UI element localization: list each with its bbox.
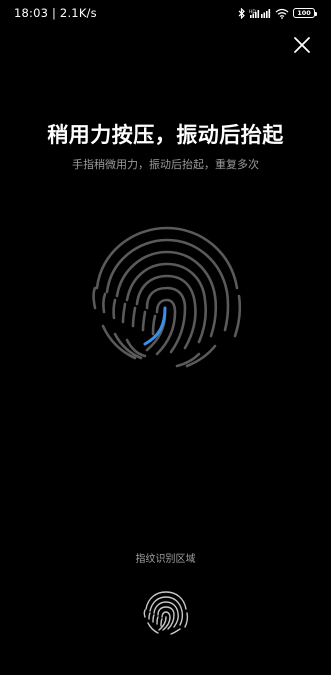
status-icons: HD 100 — [238, 7, 317, 19]
page-subtitle: 手指稍微用力，振动后抬起，重复多次 — [72, 158, 259, 171]
bluetooth-icon — [238, 7, 245, 19]
fingerprint-icon — [92, 226, 242, 368]
close-icon — [294, 37, 310, 53]
fingerprint-sensor-icon — [143, 591, 189, 635]
page-title: 稍用力按压，振动后抬起 — [47, 123, 284, 147]
battery-icon: 100 — [293, 8, 317, 18]
close-button[interactable] — [293, 36, 311, 54]
enroll-progress-arc — [143, 306, 167, 346]
signal-icon: HD — [249, 8, 271, 19]
wifi-icon — [275, 8, 289, 19]
status-bar: 18:03 | 2.1K/s HD 100 — [0, 0, 331, 26]
status-time-speed: 18:03 | 2.1K/s — [14, 6, 97, 20]
fingerprint-sensor-area[interactable] — [142, 589, 190, 635]
sensor-area-label: 指纹识别区域 — [135, 554, 196, 565]
fingerprint-enroll-graphic — [87, 222, 245, 370]
battery-level: 100 — [297, 8, 311, 17]
